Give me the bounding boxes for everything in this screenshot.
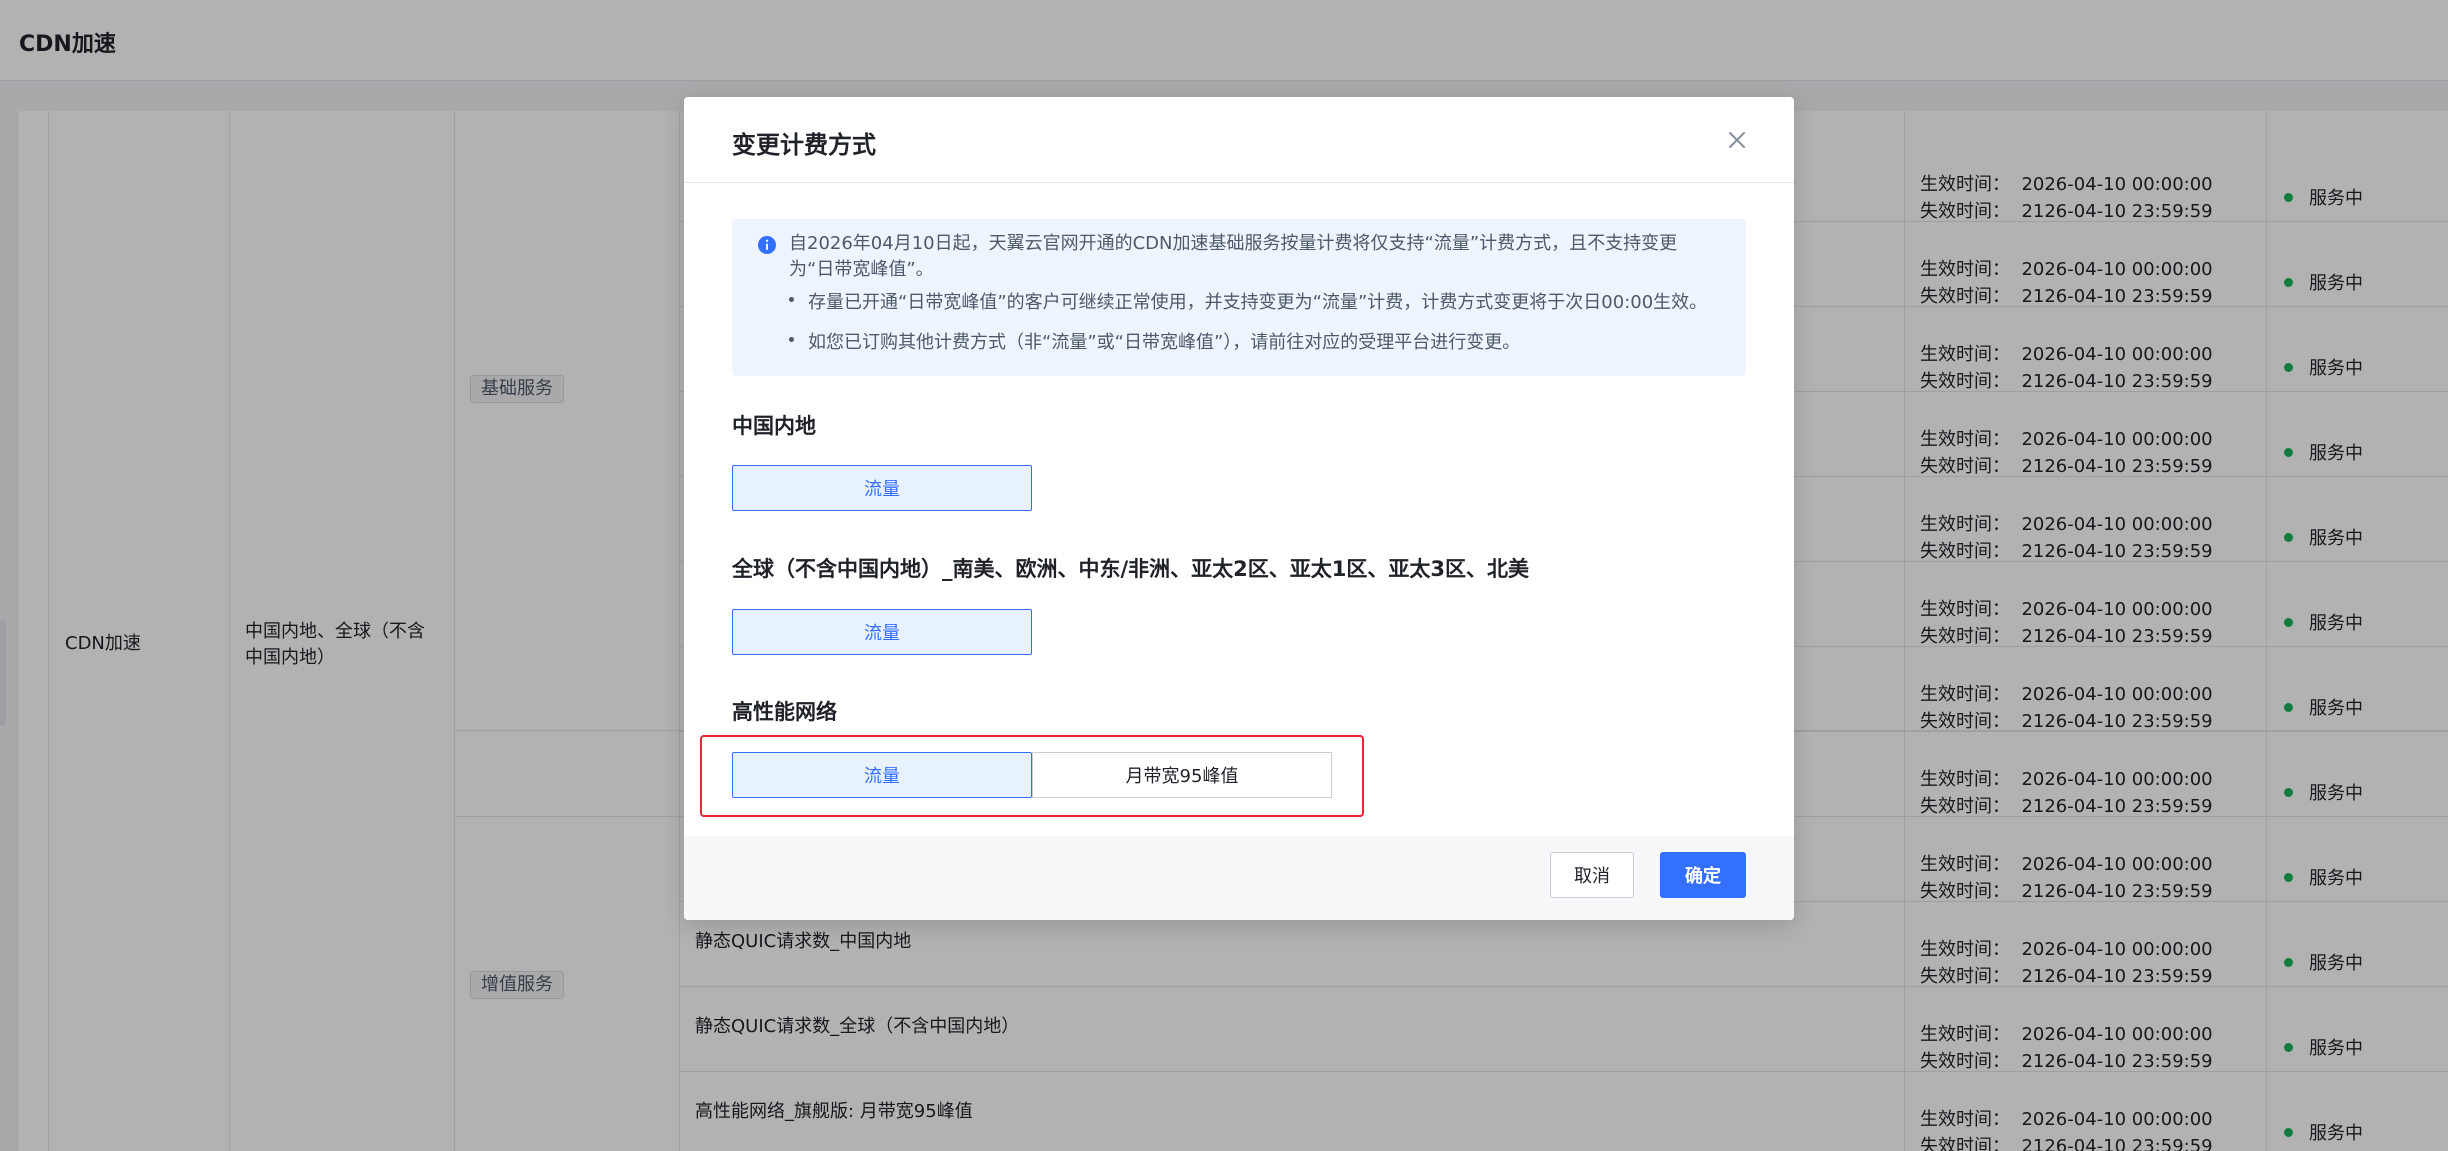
notice-bullet-text: 存量已开通“日带宽峰值”的客户可继续正常使用，并支持变更为“流量”计费，计费方式… [808,292,1708,313]
bullet-dot [789,296,794,302]
notice-bullet-text: 如您已订购其他计费方式（非“流量”或“日带宽峰值”），请前往对应的受理平台进行变… [808,332,1521,353]
option-monthly-95-peak[interactable]: 月带宽95峰值 [1032,752,1332,798]
section-title-global: 全球（不含中国内地）_南美、欧洲、中东/非洲、亚太2区、亚太1区、亚太3区、北美 [732,557,1530,581]
option-traffic-global[interactable]: 流量 [732,609,1032,655]
cancel-button[interactable]: 取消 [1550,852,1634,898]
modal-header: 变更计费方式 [684,97,1794,183]
close-icon[interactable] [1724,127,1750,153]
confirm-button[interactable]: 确定 [1660,852,1746,898]
modal-title: 变更计费方式 [732,131,876,159]
notice-box: 自2026年04月10日起，天翼云官网开通的CDN加速基础服务按量计费将仅支持“… [732,219,1746,376]
option-traffic-mainland[interactable]: 流量 [732,465,1032,511]
bullet-dot [789,336,794,342]
notice-bullet: 如您已订购其他计费方式（非“流量”或“日带宽峰值”），请前往对应的受理平台进行变… [789,330,1520,356]
info-icon [758,236,776,254]
section-title-high-perf: 高性能网络 [732,700,837,724]
notice-bullet: 存量已开通“日带宽峰值”的客户可继续正常使用，并支持变更为“流量”计费，计费方式… [789,290,1707,316]
section-title-mainland: 中国内地 [732,414,816,438]
change-billing-modal: 变更计费方式 自2026年04月10日起，天翼云官网开通的CDN加速基础服务按量… [684,97,1794,920]
notice-text: 自2026年04月10日起，天翼云官网开通的CDN加速基础服务按量计费将仅支持“… [789,233,1678,280]
option-traffic-high-perf[interactable]: 流量 [732,752,1032,798]
modal-footer: 取消 确定 [684,836,1794,920]
